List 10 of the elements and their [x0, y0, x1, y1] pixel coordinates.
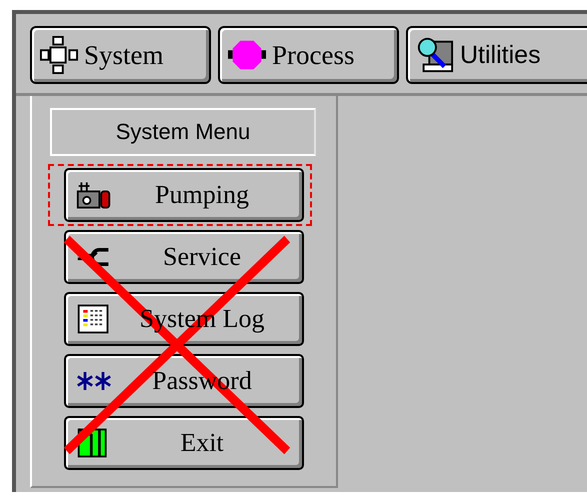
magnifier-computer-icon [416, 36, 454, 74]
menu-button[interactable]: Exit [64, 416, 304, 470]
tab-button[interactable]: System [30, 26, 211, 84]
menu-title: System Menu [50, 108, 316, 156]
pump-icon [76, 180, 112, 210]
menu-button[interactable]: Service [64, 230, 304, 284]
tab-button[interactable]: Process [218, 26, 399, 84]
nodes-icon [40, 36, 78, 74]
menu-button[interactable]: Pumping [64, 168, 304, 222]
tab-button[interactable]: Utilities [406, 26, 587, 84]
